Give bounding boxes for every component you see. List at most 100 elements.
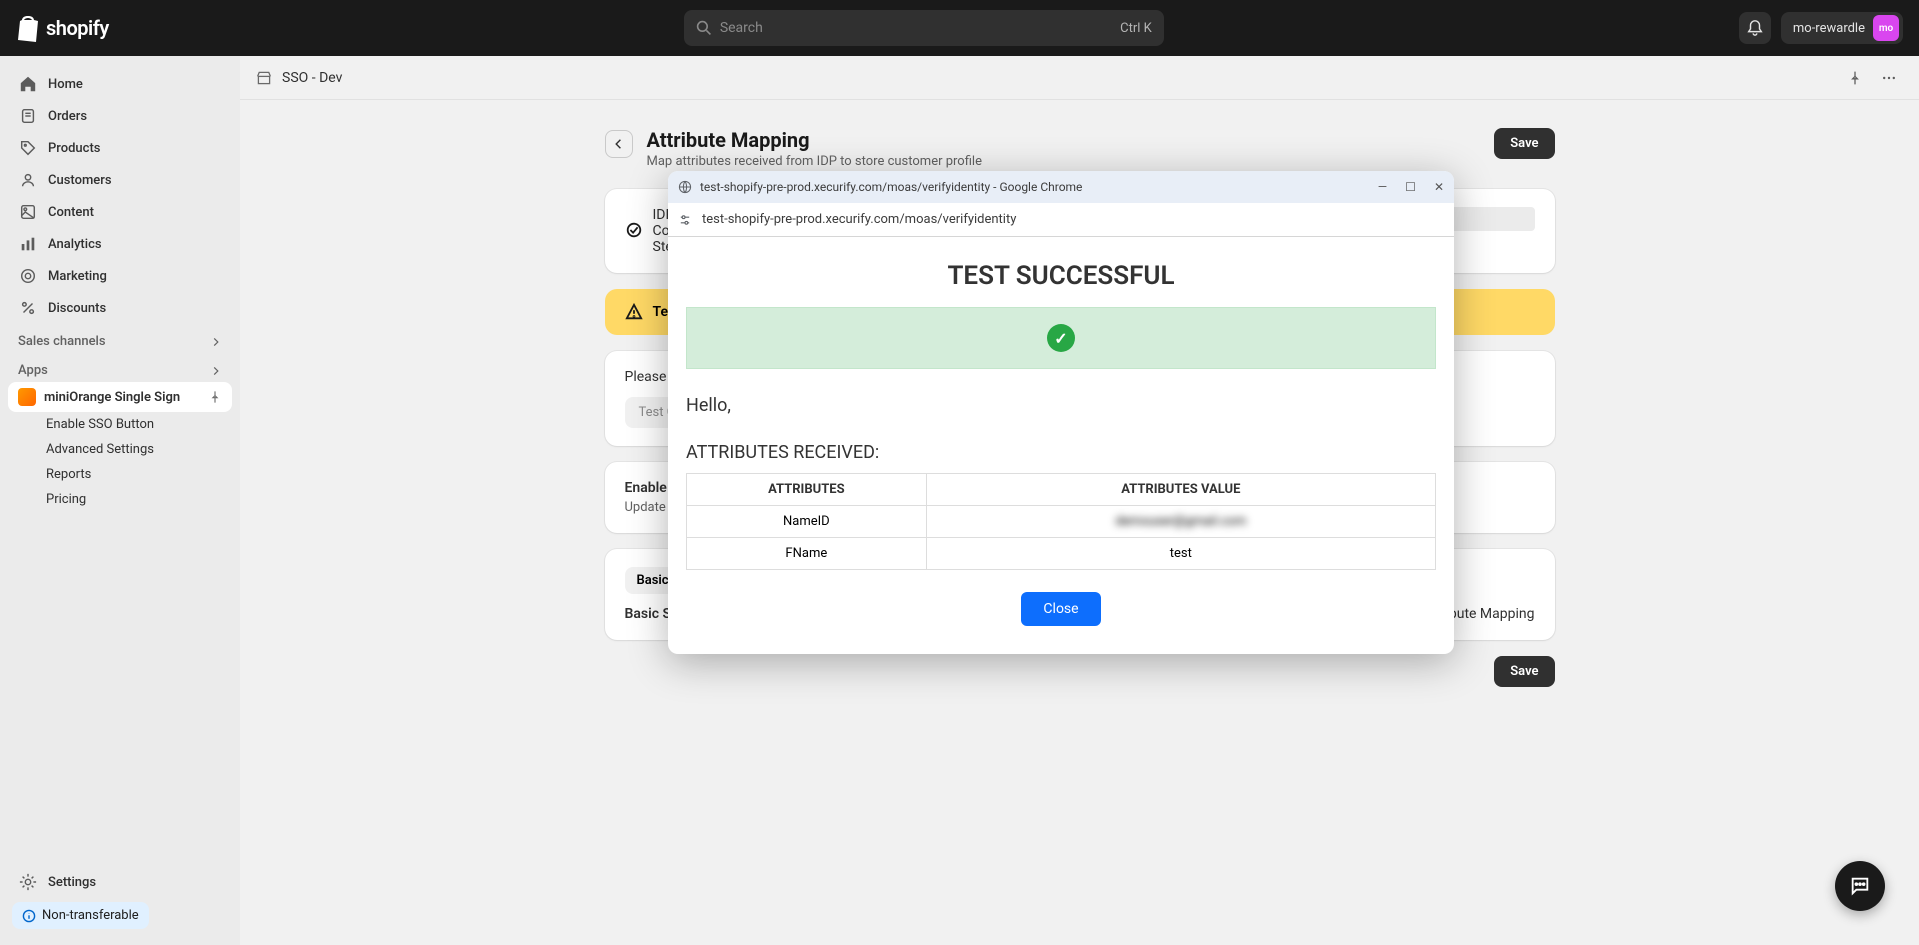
- test-result-title: TEST SUCCESSFUL: [686, 261, 1436, 291]
- check-circle-icon: [625, 221, 643, 239]
- chevron-right-icon: [210, 365, 222, 377]
- sidebar-item-label: Marketing: [48, 269, 107, 284]
- user-menu[interactable]: mo-rewardle mo: [1781, 12, 1903, 44]
- popup-body: TEST SUCCESSFUL ✓ Hello, ATTRIBUTES RECE…: [668, 237, 1454, 654]
- sidebar-sub-enable-sso[interactable]: Enable SSO Button: [8, 412, 232, 437]
- analytics-icon: [18, 234, 38, 254]
- sidebar-item-discounts[interactable]: Discounts: [8, 292, 232, 324]
- avatar: mo: [1873, 15, 1899, 41]
- sidebar-item-label: Discounts: [48, 301, 106, 316]
- badge-text: Non-transferable: [42, 908, 139, 923]
- customers-icon: [18, 170, 38, 190]
- dots-icon: [1881, 70, 1897, 86]
- table-header-attr: ATTRIBUTES: [687, 474, 927, 506]
- search-input[interactable]: Search Ctrl K: [684, 10, 1164, 46]
- sidebar-item-label: Home: [48, 77, 83, 92]
- non-transferable-badge[interactable]: Non-transferable: [12, 902, 149, 929]
- table-header-val: ATTRIBUTES VALUE: [926, 474, 1435, 506]
- hello-text: Hello,: [686, 395, 1436, 416]
- marketing-icon: [18, 266, 38, 286]
- sidebar: Home Orders Products Customers Content A…: [0, 56, 240, 945]
- maximize-button[interactable]: ☐: [1405, 180, 1416, 194]
- shopify-logo[interactable]: shopify: [16, 14, 109, 42]
- apps-section[interactable]: Apps: [8, 353, 232, 382]
- popup-chrome-title: test-shopify-pre-prod.xecurify.com/moas/…: [700, 180, 1082, 194]
- section-label: Sales channels: [18, 334, 106, 349]
- notifications-button[interactable]: [1739, 12, 1771, 44]
- home-icon: [18, 74, 38, 94]
- close-window-button[interactable]: ✕: [1434, 180, 1444, 194]
- attributes-table: ATTRIBUTES ATTRIBUTES VALUE NameID demou…: [686, 473, 1436, 570]
- sidebar-item-home[interactable]: Home: [8, 68, 232, 100]
- products-icon: [18, 138, 38, 158]
- info-icon: [22, 909, 36, 923]
- brand-text: shopify: [46, 16, 109, 40]
- shopify-bag-icon: [16, 14, 40, 42]
- gear-icon: [18, 872, 38, 892]
- footer-save-row: Save: [605, 656, 1555, 687]
- pin-icon: [208, 390, 222, 404]
- page-bar: SSO - Dev: [240, 56, 1919, 100]
- orders-icon: [18, 106, 38, 126]
- page-header: Attribute Mapping Map attributes receive…: [605, 128, 1555, 169]
- attr-name: NameID: [687, 506, 927, 538]
- section-label: Apps: [18, 363, 48, 378]
- save-button[interactable]: Save: [1494, 128, 1554, 159]
- warning-icon: [625, 303, 643, 321]
- attr-value: test: [926, 538, 1435, 570]
- sidebar-item-products[interactable]: Products: [8, 132, 232, 164]
- discounts-icon: [18, 298, 38, 318]
- sidebar-item-customers[interactable]: Customers: [8, 164, 232, 196]
- basic-title: Basic S: [625, 606, 672, 622]
- sidebar-item-marketing[interactable]: Marketing: [8, 260, 232, 292]
- test-result-popup: test-shopify-pre-prod.xecurify.com/moas/…: [668, 171, 1454, 654]
- sidebar-app-miniorange[interactable]: miniOrange Single Sign: [8, 382, 232, 412]
- check-icon: ✓: [1047, 324, 1075, 352]
- back-button[interactable]: [605, 130, 633, 158]
- chat-icon: [1849, 875, 1871, 897]
- close-button[interactable]: Close: [1021, 592, 1100, 626]
- sidebar-item-orders[interactable]: Orders: [8, 100, 232, 132]
- chat-button[interactable]: [1835, 861, 1885, 911]
- page-bar-title: SSO - Dev: [282, 70, 1831, 86]
- skeleton-bar: [1445, 207, 1535, 231]
- search-container: Search Ctrl K: [125, 10, 1723, 46]
- topbar: shopify Search Ctrl K mo-rewardle mo: [0, 0, 1919, 56]
- user-name: mo-rewardle: [1793, 21, 1865, 36]
- attr-name: FName: [687, 538, 927, 570]
- popup-url-bar: test-shopify-pre-prod.xecurify.com/moas/…: [668, 203, 1454, 237]
- topbar-right: mo-rewardle mo: [1739, 12, 1903, 44]
- table-row: FName test: [687, 538, 1436, 570]
- table-row: NameID demouser@gmail.com: [687, 506, 1436, 538]
- sidebar-sub-advanced[interactable]: Advanced Settings: [8, 437, 232, 462]
- arrow-left-icon: [612, 137, 626, 151]
- page-title: Attribute Mapping: [647, 128, 1481, 152]
- pin-button[interactable]: [1841, 64, 1869, 92]
- sales-channels-section[interactable]: Sales channels: [8, 324, 232, 353]
- popup-url: test-shopify-pre-prod.xecurify.com/moas/…: [702, 212, 1016, 227]
- more-button[interactable]: [1875, 64, 1903, 92]
- sidebar-item-content[interactable]: Content: [8, 196, 232, 228]
- attr-value: demouser@gmail.com: [926, 506, 1435, 538]
- sidebar-item-label: Customers: [48, 173, 112, 188]
- sidebar-item-label: Orders: [48, 109, 87, 124]
- search-shortcut: Ctrl K: [1120, 21, 1152, 36]
- sidebar-item-settings[interactable]: Settings: [8, 866, 232, 898]
- bell-icon: [1746, 19, 1764, 37]
- pin-icon: [1847, 70, 1863, 86]
- sidebar-item-label: Analytics: [48, 237, 102, 252]
- save-button-bottom[interactable]: Save: [1494, 656, 1554, 687]
- store-icon: [256, 70, 272, 86]
- sidebar-sub-reports[interactable]: Reports: [8, 462, 232, 487]
- sidebar-sub-pricing[interactable]: Pricing: [8, 487, 232, 512]
- sidebar-item-label: Content: [48, 205, 94, 220]
- globe-icon: [678, 180, 692, 194]
- sidebar-item-label: Products: [48, 141, 100, 156]
- popup-titlebar: test-shopify-pre-prod.xecurify.com/moas/…: [668, 171, 1454, 203]
- minimize-button[interactable]: —: [1378, 180, 1387, 194]
- chevron-right-icon: [210, 336, 222, 348]
- sidebar-item-analytics[interactable]: Analytics: [8, 228, 232, 260]
- page-subtitle: Map attributes received from IDP to stor…: [647, 154, 1481, 169]
- search-icon: [696, 20, 712, 36]
- app-label: miniOrange Single Sign: [44, 390, 180, 405]
